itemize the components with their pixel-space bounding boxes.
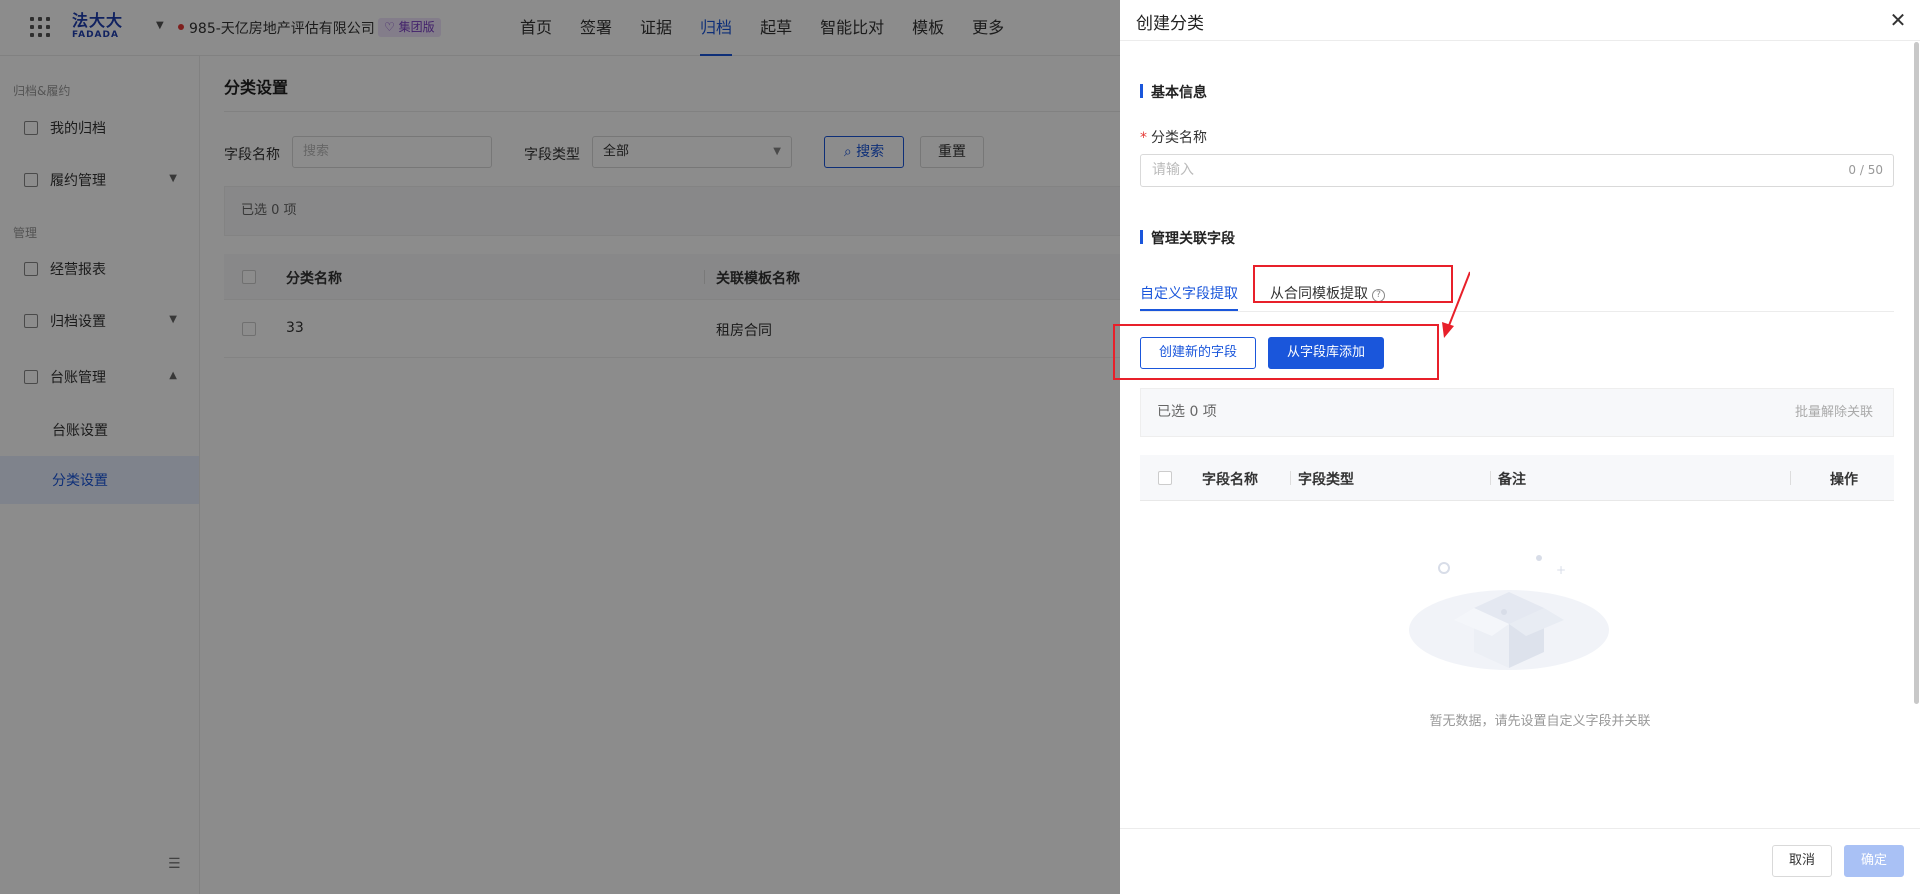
drawer-title: 创建分类 xyxy=(1136,14,1204,34)
create-category-drawer: 创建分类 ✕ 基本信息 * 分类名称 请输入 0 / 50 管理关联字段 自定义字… xyxy=(1120,0,1920,894)
drawer-header-divider xyxy=(1120,40,1920,41)
confirm-button[interactable]: 确定 xyxy=(1844,845,1904,877)
annotation-arrow-icon xyxy=(1442,271,1470,338)
batch-unlink-button[interactable]: 批量解除关联 xyxy=(1795,389,1873,436)
drawer-select-all-checkbox[interactable] xyxy=(1158,471,1172,485)
column-header-remark: 备注 xyxy=(1498,472,1526,488)
close-icon[interactable]: ✕ xyxy=(1886,8,1910,32)
category-name-placeholder: 请输入 xyxy=(1152,162,1194,178)
required-mark: * xyxy=(1140,130,1147,146)
empty-box-illustration: + xyxy=(1409,555,1609,670)
column-header-field-type: 字段类型 xyxy=(1298,472,1354,488)
column-separator xyxy=(1490,471,1491,485)
tabs-divider xyxy=(1140,311,1894,312)
char-count: 0 / 50 xyxy=(1848,163,1883,177)
column-separator xyxy=(1290,471,1291,485)
highlight-box-template-tab xyxy=(1253,265,1453,303)
drawer-table-header: 字段名称 字段类型 备注 操作 xyxy=(1140,455,1894,501)
drawer-selected-count: 已选 0 项 xyxy=(1157,404,1217,420)
column-separator xyxy=(1790,471,1791,485)
tab-custom-fields[interactable]: 自定义字段提取 xyxy=(1140,283,1238,303)
category-name-label-text: 分类名称 xyxy=(1151,130,1207,146)
section-title-fields: 管理关联字段 xyxy=(1140,228,1235,248)
column-header-field-name: 字段名称 xyxy=(1202,472,1258,488)
category-name-input[interactable]: 请输入 0 / 50 xyxy=(1140,154,1894,187)
svg-text:+: + xyxy=(1556,563,1566,577)
section-title-basic: 基本信息 xyxy=(1140,82,1207,102)
category-name-label: * 分类名称 xyxy=(1140,127,1207,147)
empty-state-text: 暂无数据，请先设置自定义字段并关联 xyxy=(1429,714,1651,729)
cancel-button[interactable]: 取消 xyxy=(1772,845,1832,877)
drawer-selected-bar: 已选 0 项 批量解除关联 xyxy=(1140,388,1894,437)
drawer-footer-divider xyxy=(1120,828,1920,829)
drawer-scrollbar[interactable] xyxy=(1914,42,1919,704)
highlight-box-field-buttons xyxy=(1113,324,1439,380)
column-header-action: 操作 xyxy=(1830,472,1858,488)
